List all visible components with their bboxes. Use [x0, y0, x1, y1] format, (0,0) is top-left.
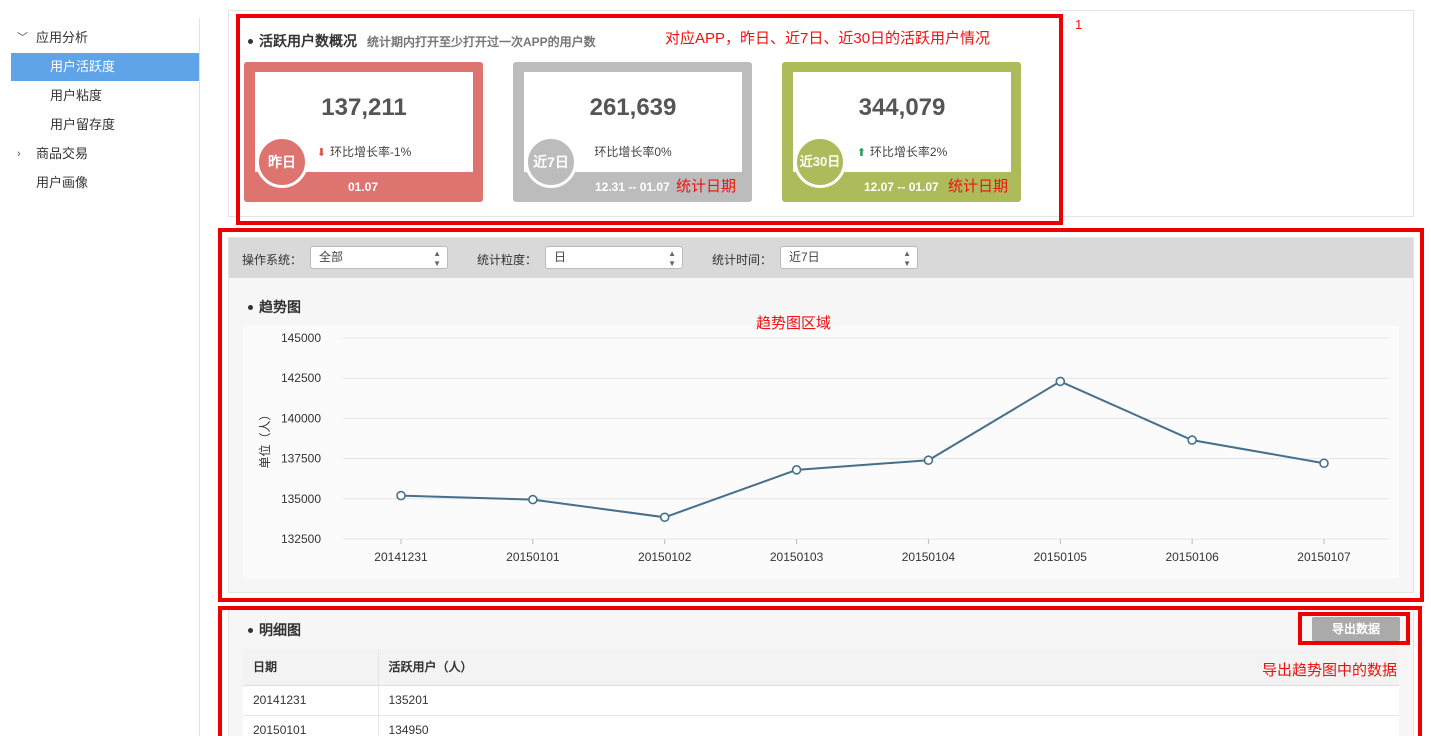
sidebar-item-label: 用户留存度	[50, 117, 116, 132]
sidebar-item-user-stickiness[interactable]: 用户粘度	[11, 82, 199, 110]
annotation-date-label: 统计日期	[676, 178, 737, 195]
annotation-box-detail	[218, 606, 1422, 736]
sidebar-item-app-analysis[interactable]: ﹀ 应用分析	[0, 24, 200, 52]
chevron-right-icon: ›	[17, 148, 21, 160]
annotation-box-trend	[218, 228, 1424, 602]
sidebar-item-label: 用户粘度	[50, 88, 103, 103]
annotation-marker: 1	[1075, 17, 1083, 32]
sidebar-item-label: 商品交易	[36, 146, 89, 161]
sidebar-item-user-profile[interactable]: 用户画像	[0, 169, 200, 197]
annotation-export: 导出趋势图中的数据	[1262, 662, 1398, 679]
sidebar-item-user-activity[interactable]: 用户活跃度	[11, 53, 199, 81]
sidebar-item-trade[interactable]: › 商品交易	[0, 140, 200, 168]
sidebar-nav: ﹀ 应用分析 用户活跃度 用户粘度 用户留存度 › 商品交易 用户画像	[0, 18, 200, 736]
sidebar-item-label: 应用分析	[36, 30, 89, 45]
annotation-box-export	[1298, 612, 1410, 645]
sidebar-item-label: 用户活跃度	[50, 59, 116, 74]
annotation-overview: 对应APP，昨日、近7日、近30日的活跃用户情况	[665, 30, 991, 47]
annotation-date-label: 统计日期	[948, 178, 1009, 195]
annotation-trend: 趋势图区域	[756, 315, 832, 332]
sidebar-item-user-retention[interactable]: 用户留存度	[11, 111, 199, 139]
sidebar-item-label: 用户画像	[36, 175, 89, 190]
chevron-down-icon: ﹀	[17, 32, 28, 44]
